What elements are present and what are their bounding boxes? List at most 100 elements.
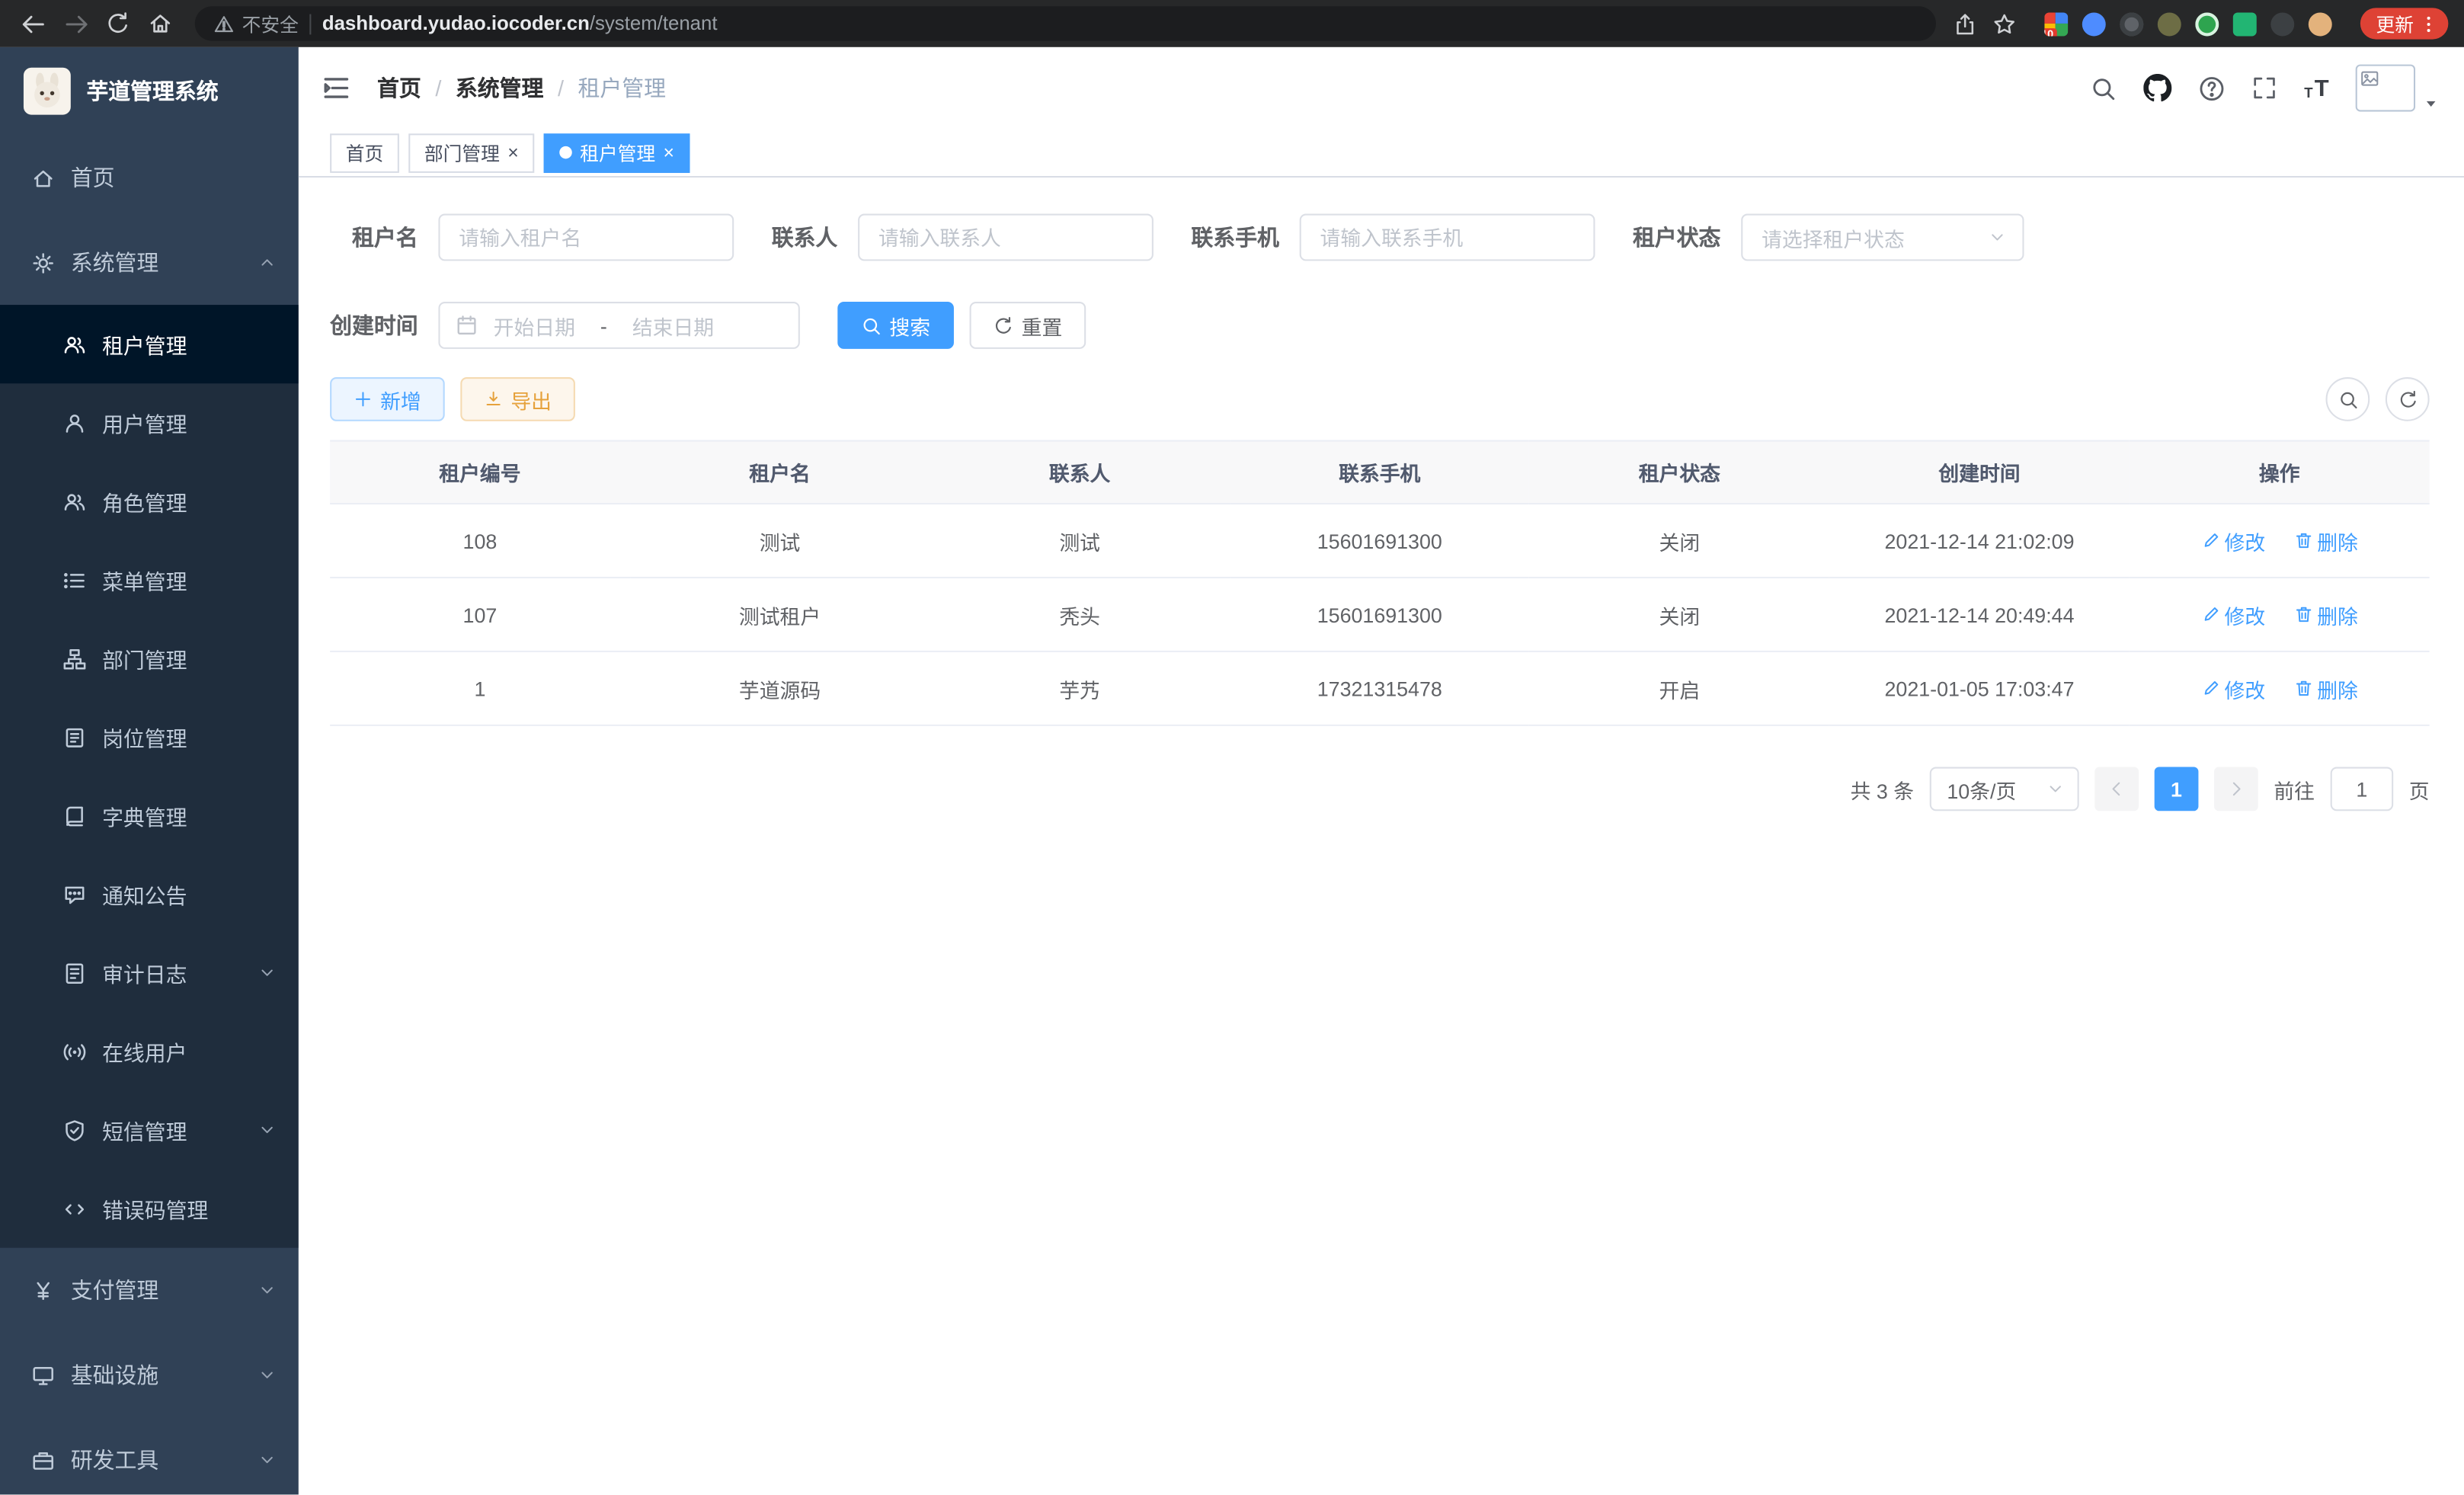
date-range-picker[interactable]: 开始日期 - 结束日期 — [438, 302, 799, 349]
sidebar-item-menu[interactable]: 菜单管理 — [0, 541, 299, 619]
close-icon[interactable]: × — [507, 143, 518, 162]
reload-icon[interactable] — [101, 6, 135, 40]
message-icon — [63, 882, 87, 906]
filter-tenant-name: 租户名 — [330, 214, 734, 261]
reset-button[interactable]: 重置 — [970, 302, 1086, 349]
extension-icon[interactable] — [2158, 11, 2181, 35]
table-toolbar: 新增 导出 — [330, 377, 2430, 421]
breadcrumb-system[interactable]: 系统管理 — [456, 72, 544, 104]
phone-input[interactable] — [1300, 214, 1595, 261]
close-icon[interactable]: × — [664, 143, 674, 162]
sidebar-item-role[interactable]: 角色管理 — [0, 462, 299, 540]
prev-page-button[interactable] — [2094, 767, 2139, 812]
extension-icon[interactable] — [2120, 11, 2143, 35]
filter-label: 租户状态 — [1633, 222, 1721, 253]
search-button[interactable]: 搜索 — [837, 302, 954, 349]
extension-icon[interactable] — [2082, 11, 2106, 35]
sidebar-item-system[interactable]: 系统管理 — [0, 220, 299, 305]
filter-label: 联系人 — [772, 222, 838, 253]
tab-home[interactable]: 首页 — [330, 133, 399, 172]
forward-icon[interactable] — [58, 6, 92, 40]
sidebar-item-dept[interactable]: 部门管理 — [0, 619, 299, 698]
status-select[interactable]: 请选择租户状态 — [1741, 214, 2024, 261]
sidebar-item-dict[interactable]: 字典管理 — [0, 776, 299, 855]
toggle-search-button[interactable] — [2326, 377, 2370, 421]
breadcrumb-home[interactable]: 首页 — [377, 72, 421, 104]
sidebar-item-notice[interactable]: 通知公告 — [0, 855, 299, 933]
menu-label: 用户管理 — [102, 407, 187, 438]
sidebar-item-sms[interactable]: 短信管理 — [0, 1090, 299, 1169]
warning-icon — [214, 14, 235, 34]
calendar-icon — [456, 315, 478, 337]
search-icon[interactable] — [2091, 75, 2117, 101]
extension-icon[interactable] — [2195, 11, 2219, 35]
code-icon — [63, 1197, 87, 1221]
refresh-table-button[interactable] — [2386, 377, 2430, 421]
edit-link[interactable]: 修改 — [2201, 674, 2266, 703]
profile-avatar[interactable] — [2309, 11, 2332, 35]
chevron-down-icon — [258, 1121, 277, 1140]
chevron-down-icon — [258, 1365, 277, 1385]
sidebar-item-error-code[interactable]: 错误码管理 — [0, 1170, 299, 1248]
sidebar-item-infrastructure[interactable]: 基础设施 — [0, 1333, 299, 1417]
search-icon — [861, 315, 882, 336]
edit-link[interactable]: 修改 — [2201, 600, 2266, 629]
extension-icon[interactable]: 10 — [2044, 11, 2068, 35]
delete-link[interactable]: 删除 — [2293, 526, 2358, 555]
page-number-button[interactable]: 1 — [2155, 767, 2199, 812]
home-icon[interactable] — [143, 6, 178, 40]
sidebar-item-user[interactable]: 用户管理 — [0, 383, 299, 462]
sidebar-item-audit-log[interactable]: 审计日志 — [0, 933, 299, 1012]
address-bar[interactable]: 不安全 dashboard.yudao.iocoder.cn/system/te… — [195, 6, 1936, 40]
app-header: 首页 / 系统管理 / 租户管理 TT — [299, 47, 2464, 129]
sidebar-item-payment[interactable]: 支付管理 — [0, 1248, 299, 1333]
contact-input[interactable] — [858, 214, 1154, 261]
collapse-sidebar-icon[interactable] — [321, 72, 352, 104]
tab-tenant[interactable]: 租户管理 × — [544, 133, 690, 172]
page-size-select[interactable]: 10条/页 — [1930, 767, 2079, 812]
fullscreen-icon[interactable] — [2252, 75, 2277, 101]
back-icon[interactable] — [16, 6, 50, 40]
avatar[interactable] — [2356, 65, 2415, 112]
menu-dots-icon — [2418, 14, 2439, 34]
delete-link[interactable]: 删除 — [2293, 674, 2358, 703]
sidebar-item-dev-tools[interactable]: 研发工具 — [0, 1417, 299, 1494]
sidebar-item-post[interactable]: 岗位管理 — [0, 698, 299, 776]
export-button[interactable]: 导出 — [460, 377, 575, 421]
extension-tile — [2044, 11, 2056, 23]
sidebar-item-online-users[interactable]: 在线用户 — [0, 1012, 299, 1090]
table-header-row: 租户编号 租户名 联系人 联系手机 租户状态 创建时间 操作 — [330, 441, 2430, 504]
sidebar-item-tenant[interactable]: 租户管理 — [0, 305, 299, 383]
menu-label: 租户管理 — [102, 328, 187, 360]
edit-link[interactable]: 修改 — [2201, 526, 2266, 555]
breadcrumb-separator: / — [558, 75, 564, 101]
dashboard-icon — [31, 166, 55, 190]
help-icon[interactable] — [2199, 75, 2226, 101]
add-button[interactable]: 新增 — [330, 377, 445, 421]
col-tenant-id: 租户编号 — [330, 441, 630, 504]
url-text: dashboard.yudao.iocoder.cn/system/tenant — [322, 13, 718, 35]
browser-update-button[interactable]: 更新 — [2360, 8, 2449, 39]
tab-dept[interactable]: 部门管理 × — [408, 133, 534, 172]
cell-actions: 修改删除 — [2130, 651, 2430, 725]
extension-icon[interactable] — [2233, 11, 2257, 35]
chevron-down-icon — [2046, 780, 2065, 799]
bookmark-star-icon[interactable] — [1992, 11, 2016, 35]
app-logo[interactable]: 芋道管理系统 — [0, 47, 299, 136]
share-icon[interactable] — [1954, 11, 1977, 35]
extension-icon[interactable] — [2270, 11, 2294, 35]
github-icon[interactable] — [2144, 74, 2172, 102]
url-host: dashboard.yudao.iocoder.cn — [322, 13, 590, 35]
menu-label: 岗位管理 — [102, 722, 187, 753]
sidebar-item-home[interactable]: 首页 — [0, 135, 299, 219]
trash-icon — [2293, 679, 2312, 698]
font-size-icon[interactable]: TT — [2304, 76, 2328, 100]
tenant-name-input[interactable] — [438, 214, 734, 261]
next-page-button[interactable] — [2214, 767, 2258, 812]
delete-link[interactable]: 删除 — [2293, 600, 2358, 629]
goto-page-input[interactable] — [2331, 767, 2394, 812]
browser-toolbar: 不安全 dashboard.yudao.iocoder.cn/system/te… — [0, 0, 2464, 47]
caret-down-icon[interactable] — [2423, 96, 2439, 112]
security-indicator[interactable]: 不安全 — [214, 10, 299, 37]
pagination: 共 3 条 10条/页 1 前往 页 — [330, 767, 2430, 812]
